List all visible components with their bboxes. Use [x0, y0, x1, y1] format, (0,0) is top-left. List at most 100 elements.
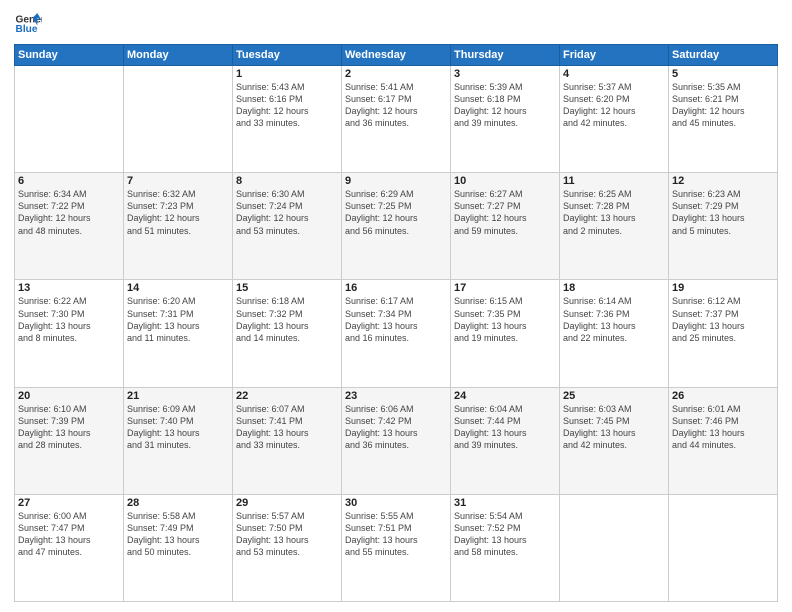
calendar-cell: 27Sunrise: 6:00 AMSunset: 7:47 PMDayligh…	[15, 494, 124, 601]
calendar-cell: 15Sunrise: 6:18 AMSunset: 7:32 PMDayligh…	[233, 280, 342, 387]
day-number: 7	[127, 175, 229, 187]
day-number: 4	[563, 68, 665, 80]
day-number: 22	[236, 390, 338, 402]
day-info: Sunrise: 5:39 AMSunset: 6:18 PMDaylight:…	[454, 81, 556, 130]
calendar-cell: 20Sunrise: 6:10 AMSunset: 7:39 PMDayligh…	[15, 387, 124, 494]
calendar-week-row: 20Sunrise: 6:10 AMSunset: 7:39 PMDayligh…	[15, 387, 778, 494]
day-number: 18	[563, 282, 665, 294]
calendar-cell: 6Sunrise: 6:34 AMSunset: 7:22 PMDaylight…	[15, 173, 124, 280]
day-number: 6	[18, 175, 120, 187]
calendar-cell: 5Sunrise: 5:35 AMSunset: 6:21 PMDaylight…	[669, 66, 778, 173]
calendar-cell: 13Sunrise: 6:22 AMSunset: 7:30 PMDayligh…	[15, 280, 124, 387]
day-number: 28	[127, 497, 229, 509]
weekday-header: Monday	[124, 45, 233, 66]
day-number: 19	[672, 282, 774, 294]
weekday-row: SundayMondayTuesdayWednesdayThursdayFrid…	[15, 45, 778, 66]
day-number: 30	[345, 497, 447, 509]
calendar-cell: 26Sunrise: 6:01 AMSunset: 7:46 PMDayligh…	[669, 387, 778, 494]
day-info: Sunrise: 6:18 AMSunset: 7:32 PMDaylight:…	[236, 295, 338, 344]
calendar-cell: 28Sunrise: 5:58 AMSunset: 7:49 PMDayligh…	[124, 494, 233, 601]
calendar-cell: 18Sunrise: 6:14 AMSunset: 7:36 PMDayligh…	[560, 280, 669, 387]
calendar-week-row: 1Sunrise: 5:43 AMSunset: 6:16 PMDaylight…	[15, 66, 778, 173]
weekday-header: Thursday	[451, 45, 560, 66]
logo: General Blue	[14, 10, 42, 38]
calendar-cell: 23Sunrise: 6:06 AMSunset: 7:42 PMDayligh…	[342, 387, 451, 494]
day-number: 17	[454, 282, 556, 294]
day-info: Sunrise: 6:23 AMSunset: 7:29 PMDaylight:…	[672, 188, 774, 237]
day-number: 10	[454, 175, 556, 187]
calendar-week-row: 6Sunrise: 6:34 AMSunset: 7:22 PMDaylight…	[15, 173, 778, 280]
calendar-cell: 10Sunrise: 6:27 AMSunset: 7:27 PMDayligh…	[451, 173, 560, 280]
calendar-cell: 17Sunrise: 6:15 AMSunset: 7:35 PMDayligh…	[451, 280, 560, 387]
day-number: 12	[672, 175, 774, 187]
weekday-header: Wednesday	[342, 45, 451, 66]
day-info: Sunrise: 6:22 AMSunset: 7:30 PMDaylight:…	[18, 295, 120, 344]
calendar-cell: 30Sunrise: 5:55 AMSunset: 7:51 PMDayligh…	[342, 494, 451, 601]
day-info: Sunrise: 5:43 AMSunset: 6:16 PMDaylight:…	[236, 81, 338, 130]
calendar-cell: 11Sunrise: 6:25 AMSunset: 7:28 PMDayligh…	[560, 173, 669, 280]
day-info: Sunrise: 6:32 AMSunset: 7:23 PMDaylight:…	[127, 188, 229, 237]
weekday-header: Friday	[560, 45, 669, 66]
weekday-header: Saturday	[669, 45, 778, 66]
weekday-header: Tuesday	[233, 45, 342, 66]
day-info: Sunrise: 6:01 AMSunset: 7:46 PMDaylight:…	[672, 403, 774, 452]
calendar-cell: 7Sunrise: 6:32 AMSunset: 7:23 PMDaylight…	[124, 173, 233, 280]
day-number: 3	[454, 68, 556, 80]
day-number: 27	[18, 497, 120, 509]
day-number: 1	[236, 68, 338, 80]
day-number: 31	[454, 497, 556, 509]
day-number: 14	[127, 282, 229, 294]
day-number: 23	[345, 390, 447, 402]
day-info: Sunrise: 6:12 AMSunset: 7:37 PMDaylight:…	[672, 295, 774, 344]
calendar-week-row: 27Sunrise: 6:00 AMSunset: 7:47 PMDayligh…	[15, 494, 778, 601]
calendar-table: SundayMondayTuesdayWednesdayThursdayFrid…	[14, 44, 778, 602]
day-info: Sunrise: 6:10 AMSunset: 7:39 PMDaylight:…	[18, 403, 120, 452]
page: General Blue SundayMondayTuesdayWednesda…	[0, 0, 792, 612]
day-info: Sunrise: 6:04 AMSunset: 7:44 PMDaylight:…	[454, 403, 556, 452]
day-info: Sunrise: 6:27 AMSunset: 7:27 PMDaylight:…	[454, 188, 556, 237]
day-info: Sunrise: 5:55 AMSunset: 7:51 PMDaylight:…	[345, 510, 447, 559]
calendar-cell: 25Sunrise: 6:03 AMSunset: 7:45 PMDayligh…	[560, 387, 669, 494]
calendar-week-row: 13Sunrise: 6:22 AMSunset: 7:30 PMDayligh…	[15, 280, 778, 387]
day-info: Sunrise: 6:29 AMSunset: 7:25 PMDaylight:…	[345, 188, 447, 237]
calendar-cell: 19Sunrise: 6:12 AMSunset: 7:37 PMDayligh…	[669, 280, 778, 387]
day-info: Sunrise: 5:41 AMSunset: 6:17 PMDaylight:…	[345, 81, 447, 130]
day-info: Sunrise: 5:37 AMSunset: 6:20 PMDaylight:…	[563, 81, 665, 130]
day-number: 24	[454, 390, 556, 402]
day-info: Sunrise: 6:20 AMSunset: 7:31 PMDaylight:…	[127, 295, 229, 344]
day-number: 9	[345, 175, 447, 187]
calendar-cell: 16Sunrise: 6:17 AMSunset: 7:34 PMDayligh…	[342, 280, 451, 387]
day-number: 21	[127, 390, 229, 402]
calendar-cell: 29Sunrise: 5:57 AMSunset: 7:50 PMDayligh…	[233, 494, 342, 601]
day-info: Sunrise: 5:35 AMSunset: 6:21 PMDaylight:…	[672, 81, 774, 130]
day-number: 26	[672, 390, 774, 402]
day-number: 8	[236, 175, 338, 187]
weekday-header: Sunday	[15, 45, 124, 66]
calendar-cell	[124, 66, 233, 173]
calendar-cell: 1Sunrise: 5:43 AMSunset: 6:16 PMDaylight…	[233, 66, 342, 173]
svg-text:Blue: Blue	[16, 24, 38, 35]
day-number: 5	[672, 68, 774, 80]
day-info: Sunrise: 6:03 AMSunset: 7:45 PMDaylight:…	[563, 403, 665, 452]
day-info: Sunrise: 5:54 AMSunset: 7:52 PMDaylight:…	[454, 510, 556, 559]
day-info: Sunrise: 6:07 AMSunset: 7:41 PMDaylight:…	[236, 403, 338, 452]
calendar-cell: 4Sunrise: 5:37 AMSunset: 6:20 PMDaylight…	[560, 66, 669, 173]
calendar-body: 1Sunrise: 5:43 AMSunset: 6:16 PMDaylight…	[15, 66, 778, 602]
calendar-header: SundayMondayTuesdayWednesdayThursdayFrid…	[15, 45, 778, 66]
day-info: Sunrise: 6:06 AMSunset: 7:42 PMDaylight:…	[345, 403, 447, 452]
day-info: Sunrise: 6:00 AMSunset: 7:47 PMDaylight:…	[18, 510, 120, 559]
calendar-cell: 2Sunrise: 5:41 AMSunset: 6:17 PMDaylight…	[342, 66, 451, 173]
calendar-cell: 24Sunrise: 6:04 AMSunset: 7:44 PMDayligh…	[451, 387, 560, 494]
calendar-cell	[560, 494, 669, 601]
day-info: Sunrise: 6:14 AMSunset: 7:36 PMDaylight:…	[563, 295, 665, 344]
day-info: Sunrise: 6:15 AMSunset: 7:35 PMDaylight:…	[454, 295, 556, 344]
logo-icon: General Blue	[14, 10, 42, 38]
day-number: 20	[18, 390, 120, 402]
day-info: Sunrise: 6:30 AMSunset: 7:24 PMDaylight:…	[236, 188, 338, 237]
day-info: Sunrise: 5:58 AMSunset: 7:49 PMDaylight:…	[127, 510, 229, 559]
day-number: 16	[345, 282, 447, 294]
calendar-cell	[15, 66, 124, 173]
calendar-cell: 3Sunrise: 5:39 AMSunset: 6:18 PMDaylight…	[451, 66, 560, 173]
calendar-cell: 22Sunrise: 6:07 AMSunset: 7:41 PMDayligh…	[233, 387, 342, 494]
calendar-cell	[669, 494, 778, 601]
